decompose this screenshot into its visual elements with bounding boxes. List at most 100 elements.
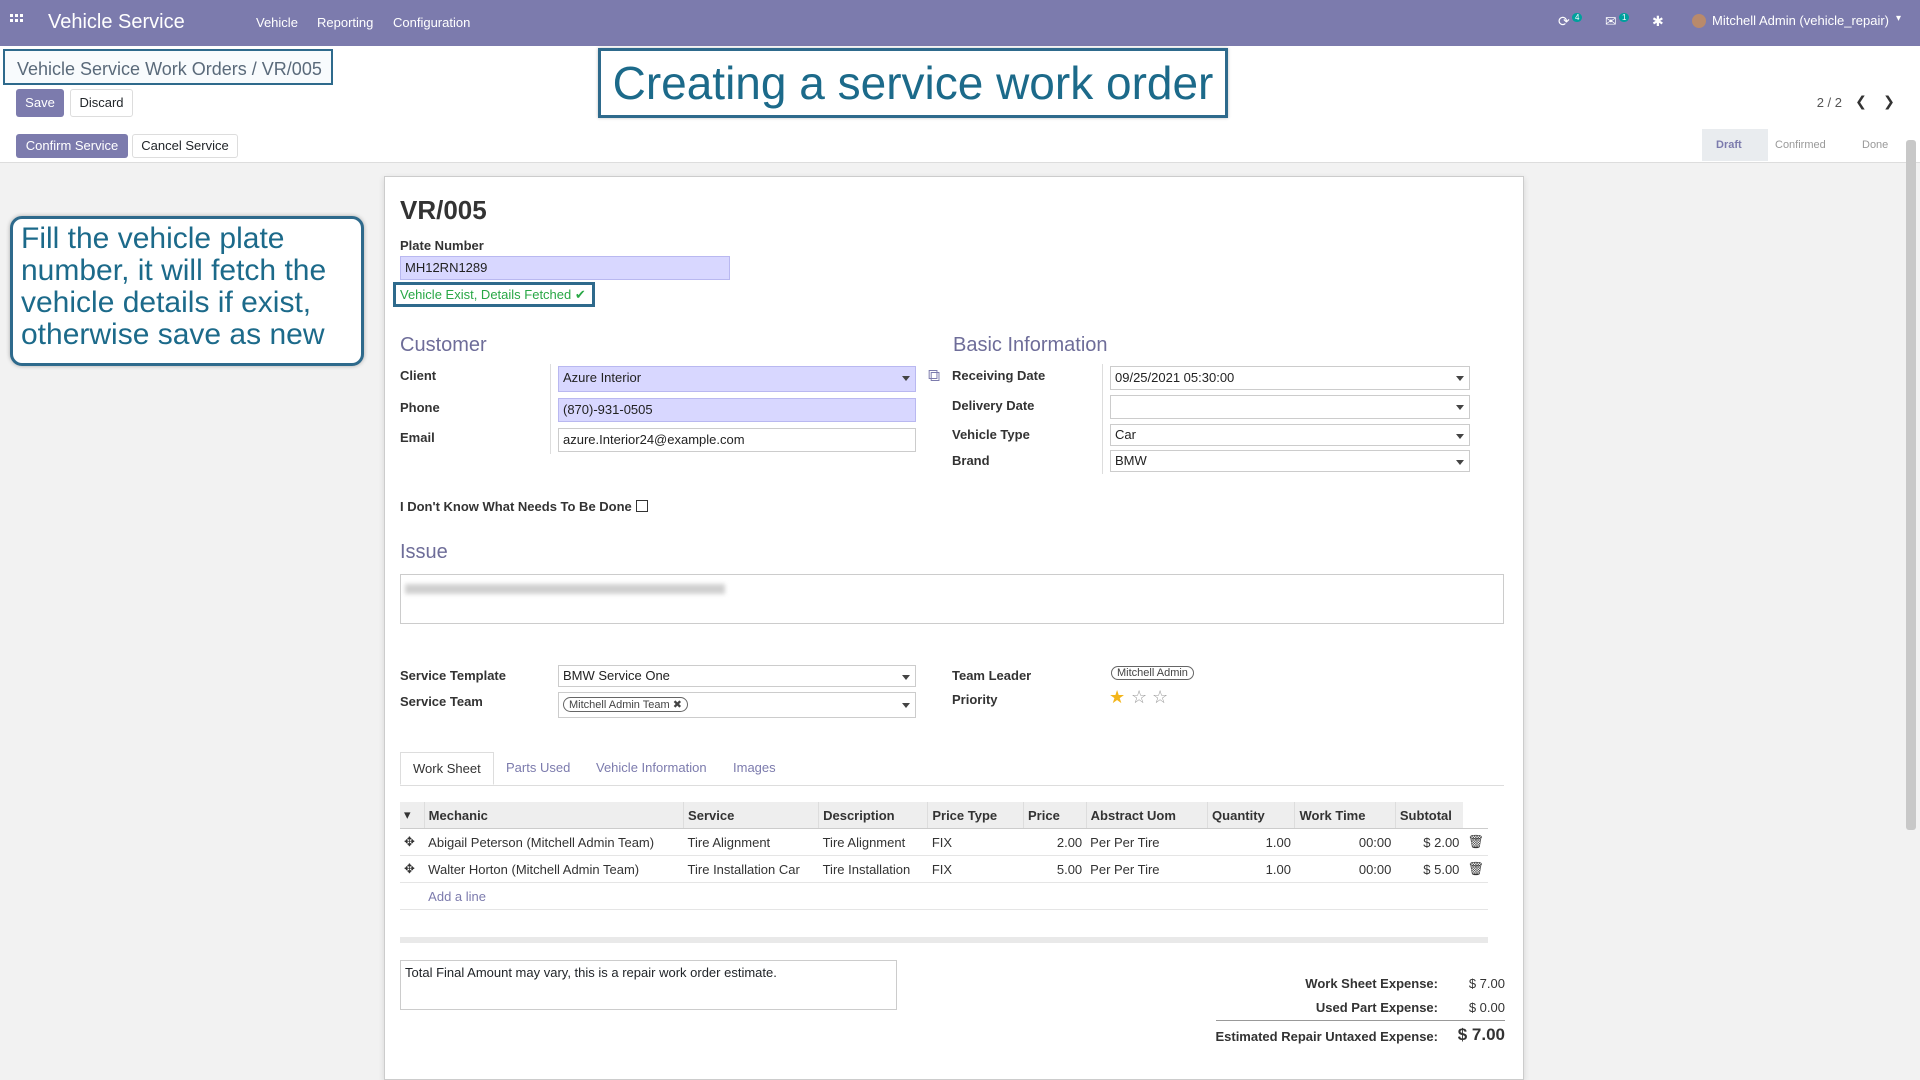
stage-draft[interactable]: Draft [1716, 139, 1742, 151]
issue-textarea[interactable] [400, 574, 1504, 624]
service-team-tag-label: Mitchell Admin Team [569, 699, 670, 711]
service-template-label: Service Template [400, 668, 506, 683]
confirm-service-button[interactable]: Confirm Service [16, 134, 128, 158]
external-link-icon[interactable]: ⧉ [928, 366, 940, 386]
menu-reporting[interactable]: Reporting [317, 15, 373, 30]
dont-know-checkbox[interactable] [636, 500, 648, 512]
horizontal-scrollbar[interactable] [400, 937, 1488, 943]
phone-input[interactable]: (870)-931-0505 [558, 398, 916, 422]
cell-mechanic[interactable]: Abigail Peterson (Mitchell Admin Team) [424, 828, 684, 856]
team-leader-tag[interactable]: Mitchell Admin [1111, 666, 1194, 680]
cell-work-time[interactable]: 00:00 [1294, 855, 1396, 883]
caret-down-icon [1456, 405, 1464, 410]
service-team-select[interactable]: Mitchell Admin Team ✖ [558, 692, 916, 718]
apps-grid-icon[interactable] [10, 14, 24, 28]
chevron-right-icon[interactable]: ❯ [1878, 90, 1900, 112]
priority-star-empty-icon[interactable]: ☆ [1131, 687, 1147, 708]
priority-star-empty-icon[interactable]: ☆ [1152, 687, 1168, 708]
cell-quantity[interactable]: 1.00 [1207, 855, 1295, 883]
cell-price[interactable]: 2.00 [1023, 828, 1087, 856]
col-subtotal[interactable]: Subtotal [1394, 802, 1464, 829]
breadcrumb-parent[interactable]: Vehicle Service Work Orders [17, 59, 247, 79]
avatar[interactable] [1692, 14, 1706, 28]
cell-work-time[interactable]: 00:00 [1294, 828, 1396, 856]
stage-confirmed[interactable]: Confirmed [1775, 139, 1826, 151]
priority-star-filled-icon[interactable]: ★ [1109, 687, 1125, 708]
cell-subtotal: $ 5.00 [1395, 855, 1464, 883]
chevron-down-icon[interactable]: ▾ [1896, 13, 1901, 24]
sort-caret-icon[interactable]: ▾ [400, 802, 425, 829]
cell-abstract-uom[interactable]: Per Per Tire [1086, 855, 1208, 883]
col-description[interactable]: Description [818, 802, 928, 829]
add-line-row: Add a line [400, 882, 1488, 910]
status-bar [0, 128, 1920, 163]
tab-vehicle-information[interactable]: Vehicle Information [596, 760, 707, 775]
message-count-badge: 1 [1619, 13, 1630, 22]
col-service[interactable]: Service [683, 802, 819, 829]
activity-icon[interactable]: ⟳ [1558, 13, 1570, 30]
col-price-type[interactable]: Price Type [927, 802, 1024, 829]
col-work-time[interactable]: Work Time [1294, 802, 1396, 829]
col-actions [1463, 802, 1488, 829]
service-template-select[interactable]: BMW Service One [558, 665, 916, 687]
menu-configuration[interactable]: Configuration [393, 15, 470, 30]
cell-mechanic[interactable]: Walter Horton (Mitchell Admin Team) [424, 855, 684, 883]
worksheet-expense-label: Work Sheet Expense: [1305, 976, 1438, 991]
debug-bug-icon[interactable]: ✱ [1652, 13, 1664, 30]
receiving-date-value: 09/25/2021 05:30:00 [1115, 370, 1235, 385]
cell-description[interactable]: Tire Alignment [818, 828, 928, 856]
col-quantity[interactable]: Quantity [1207, 802, 1295, 829]
add-line-link[interactable]: Add a line [424, 882, 1488, 910]
table-row[interactable]: ✥ Abigail Peterson (Mitchell Admin Team)… [400, 828, 1488, 856]
discard-button[interactable]: Discard [70, 89, 133, 117]
trash-icon[interactable]: 🗑 [1463, 855, 1488, 883]
tab-work-sheet[interactable]: Work Sheet [400, 752, 494, 785]
drag-handle-icon[interactable]: ✥ [400, 828, 425, 856]
tab-images[interactable]: Images [733, 760, 776, 775]
user-menu[interactable]: Mitchell Admin (vehicle_repair) [1712, 13, 1889, 28]
app-title[interactable]: Vehicle Service [48, 11, 185, 34]
save-button[interactable]: Save [16, 89, 64, 117]
remove-tag-icon[interactable]: ✖ [673, 699, 682, 711]
brand-select[interactable]: BMW [1110, 450, 1470, 472]
vehicle-type-value: Car [1115, 427, 1136, 442]
cell-quantity[interactable]: 1.00 [1207, 828, 1295, 856]
vehicle-type-select[interactable]: Car [1110, 424, 1470, 446]
callout-title: Creating a service work order [598, 48, 1228, 118]
vehicle-type-label: Vehicle Type [952, 427, 1030, 442]
cell-price[interactable]: 5.00 [1023, 855, 1087, 883]
col-price[interactable]: Price [1023, 802, 1087, 829]
delivery-date-label: Delivery Date [952, 398, 1035, 413]
cell-abstract-uom[interactable]: Per Per Tire [1086, 828, 1208, 856]
basic-info-section-title: Basic Information [953, 334, 1108, 356]
client-select[interactable]: Azure Interior [558, 366, 916, 392]
pager-value[interactable]: 2 / 2 [1817, 95, 1842, 110]
messages-icon[interactable]: ✉ [1605, 13, 1617, 30]
cell-price-type[interactable]: FIX [927, 828, 1024, 856]
delivery-date-input[interactable] [1110, 395, 1470, 419]
chevron-left-icon[interactable]: ❮ [1850, 90, 1872, 112]
caret-down-icon [902, 675, 910, 680]
receiving-date-input[interactable]: 09/25/2021 05:30:00 [1110, 366, 1470, 390]
note-textarea[interactable]: Total Final Amount may vary, this is a r… [400, 960, 897, 1010]
worksheet-expense-value: $ 7.00 [1468, 976, 1505, 991]
col-mechanic[interactable]: Mechanic [423, 802, 684, 829]
service-team-tag: Mitchell Admin Team ✖ [563, 697, 688, 712]
cell-service[interactable]: Tire Installation Car [683, 855, 819, 883]
col-abstract-uom[interactable]: Abstract Uom [1085, 802, 1208, 829]
menu-vehicle[interactable]: Vehicle [256, 15, 298, 30]
client-label: Client [400, 368, 437, 383]
cell-price-type[interactable]: FIX [927, 855, 1024, 883]
cancel-service-button[interactable]: Cancel Service [132, 134, 238, 158]
plate-number-input[interactable]: MH12RN1289 [400, 256, 730, 280]
email-input[interactable]: azure.Interior24@example.com [558, 428, 916, 452]
drag-handle-icon[interactable]: ✥ [400, 855, 425, 883]
cell-description[interactable]: Tire Installation [818, 855, 928, 883]
trash-icon[interactable]: 🗑 [1463, 828, 1488, 856]
cell-service[interactable]: Tire Alignment [683, 828, 819, 856]
vertical-scrollbar[interactable] [1906, 140, 1916, 830]
stage-done[interactable]: Done [1862, 139, 1888, 151]
totals-divider [1216, 1020, 1505, 1021]
table-row[interactable]: ✥ Walter Horton (Mitchell Admin Team) Ti… [400, 855, 1488, 883]
tab-parts-used[interactable]: Parts Used [506, 760, 570, 775]
